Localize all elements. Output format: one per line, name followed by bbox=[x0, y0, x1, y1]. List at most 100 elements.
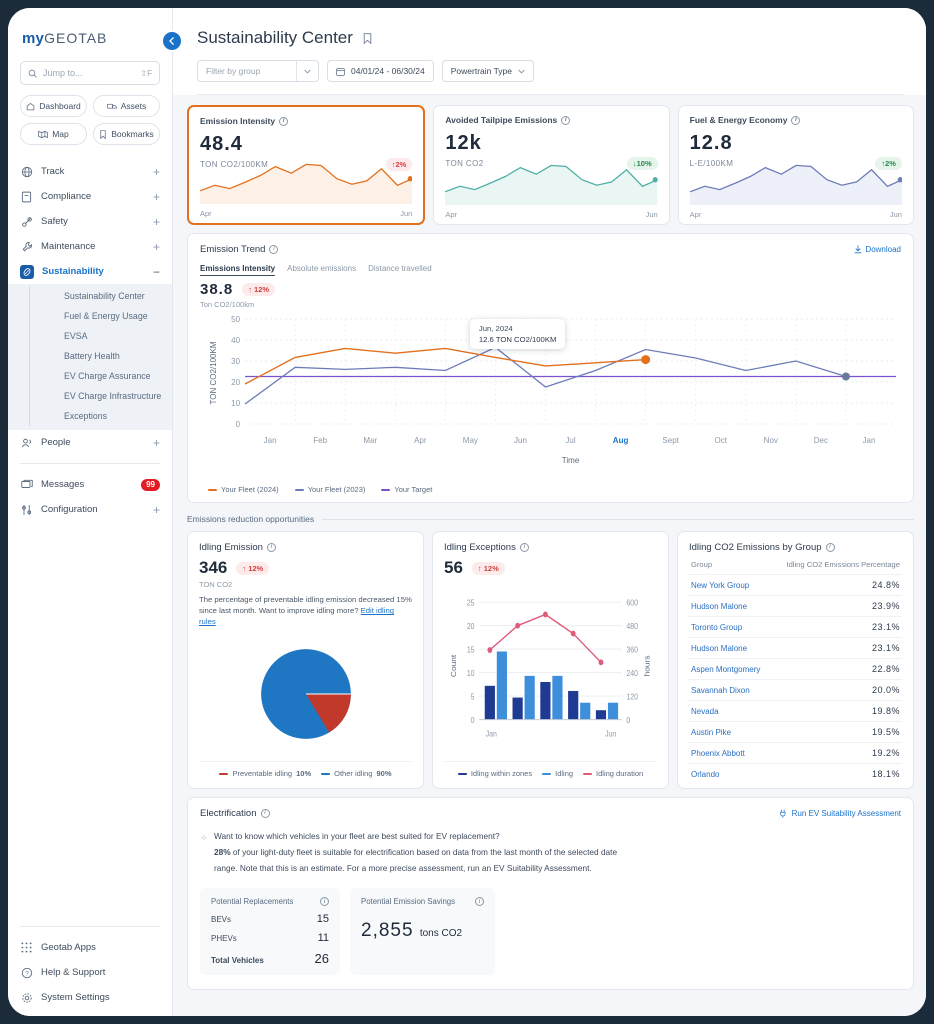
search-input[interactable]: Jump to... ⇧F bbox=[20, 61, 160, 85]
expand-icon[interactable]: + bbox=[153, 165, 160, 179]
cell-percentage: 19.8% bbox=[872, 706, 900, 716]
table-row[interactable]: Aspen Montgomery 22.8% bbox=[689, 658, 902, 679]
collapse-icon[interactable]: − bbox=[153, 265, 160, 279]
info-icon[interactable]: i bbox=[826, 543, 835, 552]
sidebar-item-safety[interactable]: Safety + bbox=[8, 209, 172, 234]
phev-value: 11 bbox=[318, 932, 329, 944]
subnav-item-battery-health[interactable]: Battery Health bbox=[29, 346, 172, 366]
legend-swatch bbox=[458, 773, 467, 775]
sidebar-item-people[interactable]: People + bbox=[8, 430, 172, 455]
subnav-item-ev-charge-infrastructure[interactable]: EV Charge Infrastructure bbox=[29, 386, 172, 406]
info-icon[interactable]: i bbox=[261, 809, 270, 818]
cell-group[interactable]: Aspen Montgomery bbox=[691, 665, 872, 674]
kpi-card-avoided-tailpipe-emissions[interactable]: Avoided Tailpipe Emissions i 12k TON CO2… bbox=[433, 105, 669, 225]
sidebar-item-label: System Settings bbox=[41, 992, 160, 1003]
emission-trend-chart[interactable]: 50 40 30 20 10 0 bbox=[200, 311, 901, 481]
subnav-item-fuel-energy-usage[interactable]: Fuel & Energy Usage bbox=[29, 306, 172, 326]
quick-link-assets[interactable]: Assets bbox=[93, 95, 160, 117]
table-row[interactable]: Phoenix Abbott 19.2% bbox=[689, 742, 902, 763]
legend-item[interactable]: Preventable idling 10% bbox=[219, 769, 311, 778]
kpi-card-fuel-energy-economy[interactable]: Fuel & Energy Economy i 12.8 L-E/100KM ↑… bbox=[678, 105, 914, 225]
cell-percentage: 23.1% bbox=[872, 622, 900, 632]
sidebar-item-track[interactable]: Track + bbox=[8, 159, 172, 184]
legend-item[interactable]: Your Target bbox=[381, 485, 432, 494]
info-icon[interactable]: i bbox=[320, 897, 329, 906]
tab-emissions-intensity[interactable]: Emissions Intensity bbox=[200, 264, 275, 276]
subnav-item-ev-charge-assurance[interactable]: EV Charge Assurance bbox=[29, 366, 172, 386]
table-row[interactable]: Nevada 19.8% bbox=[689, 700, 902, 721]
dashboard-scroll-area[interactable]: Emission Intensity i 48.4 TON CO2/100KM … bbox=[173, 95, 926, 1016]
cell-percentage: 23.1% bbox=[872, 643, 900, 653]
sidebar-item-geotab-apps[interactable]: Geotab Apps bbox=[8, 935, 172, 960]
cell-group[interactable]: Austin Pike bbox=[691, 728, 872, 737]
subnav-item-evsa[interactable]: EVSA bbox=[29, 326, 172, 346]
subnav-item-sustainability-center[interactable]: Sustainability Center bbox=[29, 286, 172, 306]
sidebar-item-maintenance[interactable]: Maintenance + bbox=[8, 234, 172, 259]
run-ev-suitability-assessment-button[interactable]: Run EV Suitability Assessment bbox=[779, 809, 901, 818]
date-range-picker[interactable]: 04/01/24 - 06/30/24 bbox=[327, 60, 434, 82]
bookmark-icon[interactable] bbox=[363, 33, 372, 44]
expand-icon[interactable]: + bbox=[153, 240, 160, 254]
table-row[interactable]: Hudson Malone 23.9% bbox=[689, 595, 902, 616]
ev-plug-icon bbox=[779, 809, 788, 818]
legend-item[interactable]: Your Fleet (2023) bbox=[295, 485, 366, 494]
cell-group[interactable]: Toronto Group bbox=[691, 623, 872, 632]
chevron-down-icon[interactable] bbox=[296, 61, 318, 81]
powertrain-type-select[interactable]: Powertrain Type bbox=[442, 60, 534, 82]
tab-distance-travelled[interactable]: Distance travelled bbox=[368, 264, 432, 276]
card-title: Electrification i bbox=[200, 808, 270, 819]
info-icon[interactable]: i bbox=[279, 117, 288, 126]
info-icon[interactable]: i bbox=[269, 245, 278, 254]
info-icon[interactable]: i bbox=[475, 897, 484, 906]
cell-group[interactable]: Orlando bbox=[691, 770, 872, 778]
gear-icon bbox=[20, 991, 33, 1004]
legend-item[interactable]: Idling within zones bbox=[458, 769, 532, 778]
idling-emission-value: 346 bbox=[199, 558, 227, 578]
app-logo[interactable]: myGEOTAB bbox=[8, 8, 172, 61]
legend-item[interactable]: Other idling 90% bbox=[321, 769, 391, 778]
download-button[interactable]: Download bbox=[854, 245, 901, 254]
group-filter-select[interactable]: Filter by group bbox=[197, 60, 319, 82]
table-row[interactable]: Austin Pike 19.5% bbox=[689, 721, 902, 742]
expand-icon[interactable]: + bbox=[153, 436, 160, 450]
main-nav: Track + Compliance + Safety + Maintenanc… bbox=[8, 155, 172, 522]
cell-group[interactable]: Phoenix Abbott bbox=[691, 749, 872, 758]
legend-item[interactable]: Your Fleet (2024) bbox=[208, 485, 279, 494]
expand-icon[interactable]: + bbox=[153, 215, 160, 229]
table-row[interactable]: Orlando 18.1% bbox=[689, 763, 902, 778]
quick-link-bookmarks[interactable]: Bookmarks bbox=[93, 123, 160, 145]
table-row[interactable]: Savannah Dixon 20.0% bbox=[689, 679, 902, 700]
legend-item[interactable]: Idling bbox=[542, 769, 573, 778]
idling-emission-pie[interactable] bbox=[199, 627, 412, 761]
cell-group[interactable]: Savannah Dixon bbox=[691, 686, 872, 695]
tab-absolute-emissions[interactable]: Absolute emissions bbox=[287, 264, 356, 276]
sidebar-item-sustainability[interactable]: Sustainability − bbox=[8, 259, 172, 284]
cell-group[interactable]: Hudson Malone bbox=[691, 644, 872, 653]
info-icon[interactable]: i bbox=[791, 116, 800, 125]
info-icon[interactable]: i bbox=[520, 543, 529, 552]
sidebar-item-messages[interactable]: Messages 99 bbox=[8, 472, 172, 497]
cell-group[interactable]: Hudson Malone bbox=[691, 602, 872, 611]
quick-link-map[interactable]: Map bbox=[20, 123, 87, 145]
idling-exceptions-chart[interactable]: 25 20 15 10 5 0 600 480 360 bbox=[444, 582, 657, 761]
table-row[interactable]: Toronto Group 23.1% bbox=[689, 616, 902, 637]
cell-group[interactable]: Nevada bbox=[691, 707, 872, 716]
subnav-item-exceptions[interactable]: Exceptions bbox=[29, 406, 172, 426]
grid-icon bbox=[20, 941, 33, 954]
table-body[interactable]: New York Group 24.8% Hudson Malone 23.9%… bbox=[689, 574, 902, 778]
sidebar-collapse-button[interactable] bbox=[161, 30, 183, 52]
table-row[interactable]: Hudson Malone 23.1% bbox=[689, 637, 902, 658]
kpi-card-emission-intensity[interactable]: Emission Intensity i 48.4 TON CO2/100KM … bbox=[187, 105, 425, 225]
expand-icon[interactable]: + bbox=[153, 503, 160, 517]
table-row[interactable]: New York Group 24.8% bbox=[689, 574, 902, 595]
info-icon[interactable]: i bbox=[267, 543, 276, 552]
sidebar-item-help-support[interactable]: ? Help & Support bbox=[8, 960, 172, 985]
info-icon[interactable]: i bbox=[561, 116, 570, 125]
sidebar-item-system-settings[interactable]: System Settings bbox=[8, 985, 172, 1010]
sidebar-item-configuration[interactable]: Configuration + bbox=[8, 497, 172, 522]
cell-group[interactable]: New York Group bbox=[691, 581, 872, 590]
sidebar-item-compliance[interactable]: Compliance + bbox=[8, 184, 172, 209]
quick-link-dashboard[interactable]: Dashboard bbox=[20, 95, 87, 117]
legend-item[interactable]: Idling duration bbox=[583, 769, 643, 778]
expand-icon[interactable]: + bbox=[153, 190, 160, 204]
